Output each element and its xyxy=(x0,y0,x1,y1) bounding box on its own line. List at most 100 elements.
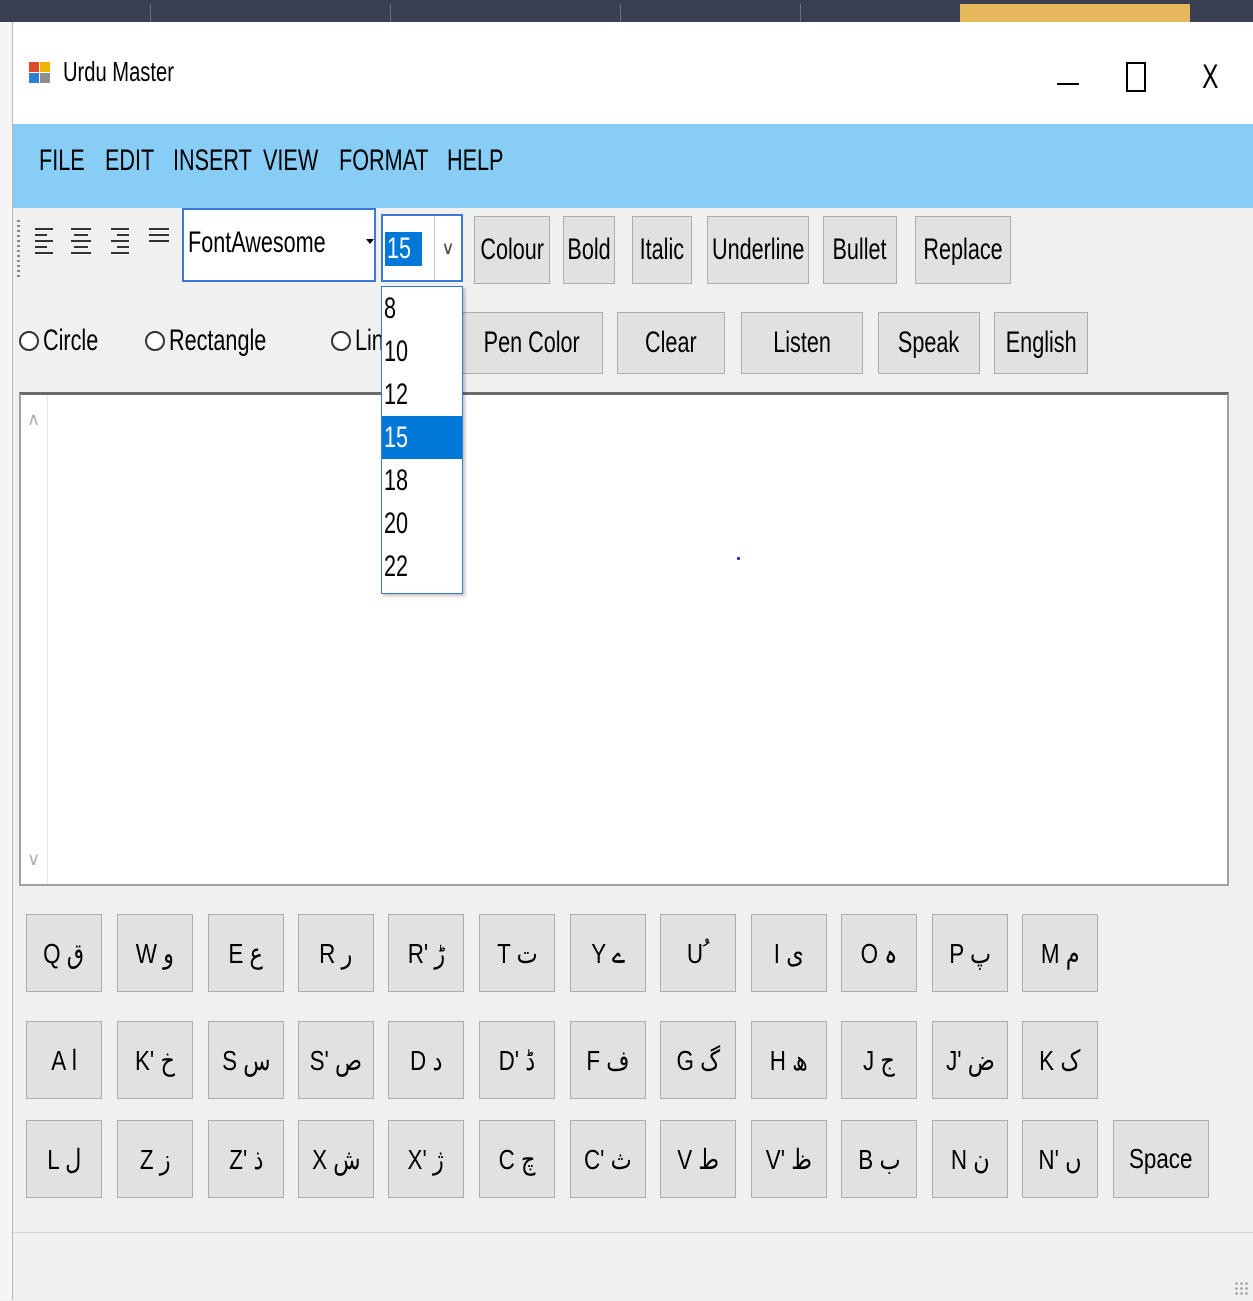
key-g[interactable]: G گ xyxy=(660,1021,736,1099)
key-w[interactable]: W و xyxy=(117,914,193,992)
key-n-prime[interactable]: N' ں xyxy=(1022,1120,1098,1198)
scroll-up-icon[interactable]: ∧ xyxy=(27,409,40,430)
pen-color-button[interactable]: Pen Color xyxy=(461,312,603,374)
colour-button[interactable]: Colour xyxy=(474,216,550,284)
font-size-option[interactable]: 20 xyxy=(382,502,462,545)
text-cursor xyxy=(737,557,740,560)
circle-radio[interactable]: Circle xyxy=(19,318,120,364)
key-c-prime[interactable]: C' ث xyxy=(570,1120,646,1198)
maximize-button[interactable] xyxy=(1111,52,1161,102)
key-s[interactable]: S س xyxy=(208,1021,284,1099)
menu-bar: FILE EDIT INSERT VIEW FORMAT HELP xyxy=(13,124,1253,208)
italic-button[interactable]: Italic xyxy=(632,216,692,284)
key-r[interactable]: R ر xyxy=(298,914,374,992)
key-r-prime[interactable]: R' ڑ xyxy=(388,914,464,992)
background-tab xyxy=(620,4,801,22)
key-j-prime[interactable]: J' ض xyxy=(932,1021,1008,1099)
close-button[interactable]: X xyxy=(1185,52,1235,102)
minimize-icon xyxy=(1057,83,1079,85)
menu-view[interactable]: VIEW xyxy=(263,144,340,178)
background-tab xyxy=(800,4,961,22)
font-size-dropdown-list: 8 10 12 15 18 20 22 xyxy=(381,286,463,594)
font-name-combobox[interactable]: FontAwesome xyxy=(182,208,376,282)
text-editor[interactable]: ∧ ∨ xyxy=(19,392,1229,886)
key-n[interactable]: N ن xyxy=(932,1120,1008,1198)
key-u[interactable]: U ُ xyxy=(660,914,736,992)
key-x-prime[interactable]: X' ژ xyxy=(388,1120,464,1198)
bold-button[interactable]: Bold xyxy=(563,216,615,284)
key-z[interactable]: Z ز xyxy=(117,1120,193,1198)
clear-button[interactable]: Clear xyxy=(617,312,725,374)
maximize-icon xyxy=(1126,62,1146,92)
window-title: Urdu Master xyxy=(63,56,174,87)
key-l[interactable]: L ل xyxy=(26,1120,102,1198)
font-size-option[interactable]: 8 xyxy=(382,287,462,330)
key-e[interactable]: E ع xyxy=(208,914,284,992)
menu-file[interactable]: FILE xyxy=(39,144,102,178)
key-o[interactable]: O ہ xyxy=(841,914,917,992)
key-k-prime[interactable]: K' خ xyxy=(117,1021,193,1099)
menu-format[interactable]: FORMAT xyxy=(339,144,463,178)
underline-button[interactable]: Underline xyxy=(707,216,809,284)
toolbar-grip[interactable] xyxy=(17,220,20,278)
key-c[interactable]: C چ xyxy=(479,1120,555,1198)
menu-edit[interactable]: EDIT xyxy=(105,144,173,178)
align-center-icon[interactable] xyxy=(71,228,93,258)
chevron-down-icon[interactable]: ∨ xyxy=(434,216,461,280)
key-p[interactable]: P پ xyxy=(932,914,1008,992)
resize-grip-icon[interactable] xyxy=(1234,1281,1248,1295)
background-tab xyxy=(390,4,621,22)
align-left-icon[interactable] xyxy=(35,228,57,258)
key-h[interactable]: H ھ xyxy=(751,1021,827,1099)
bullet-button[interactable]: Bullet xyxy=(823,216,897,284)
radio-circle-icon xyxy=(19,331,39,351)
key-i[interactable]: I ی xyxy=(751,914,827,992)
font-dropdown-arrow-icon[interactable] xyxy=(365,236,375,246)
space-key[interactable]: Space xyxy=(1113,1120,1209,1198)
vertical-scrollbar[interactable]: ∧ ∨ xyxy=(21,395,48,884)
font-size-combobox[interactable]: 15 ∨ xyxy=(381,214,463,282)
key-q[interactable]: Q ق xyxy=(26,914,102,992)
radio-circle-icon xyxy=(331,331,351,351)
font-size-option[interactable]: 18 xyxy=(382,459,462,502)
key-v[interactable]: V ط xyxy=(660,1120,736,1198)
minimize-button[interactable] xyxy=(1043,52,1093,102)
title-bar: Urdu Master X xyxy=(13,22,1253,124)
app-window: Urdu Master X FILE EDIT INSERT VIEW FORM… xyxy=(12,22,1253,1301)
font-name-value: FontAwesome xyxy=(188,226,326,259)
key-t[interactable]: T ت xyxy=(479,914,555,992)
replace-button[interactable]: Replace xyxy=(915,216,1011,284)
key-m[interactable]: M م xyxy=(1022,914,1098,992)
key-f[interactable]: F ف xyxy=(570,1021,646,1099)
key-d-prime[interactable]: D' ڈ xyxy=(479,1021,555,1099)
font-size-option[interactable]: 12 xyxy=(382,373,462,416)
key-v-prime[interactable]: V' ظ xyxy=(751,1120,827,1198)
key-k[interactable]: K ک xyxy=(1022,1021,1098,1099)
background-window-strip xyxy=(0,0,1253,22)
key-y[interactable]: Y ے xyxy=(570,914,646,992)
english-button[interactable]: English xyxy=(994,312,1088,374)
font-size-option[interactable]: 22 xyxy=(382,545,462,588)
font-size-option[interactable]: 10 xyxy=(382,330,462,373)
key-z-prime[interactable]: Z' ذ xyxy=(208,1120,284,1198)
radio-circle-icon xyxy=(145,331,165,351)
font-size-value: 15 xyxy=(385,232,423,266)
menu-help[interactable]: HELP xyxy=(447,144,525,178)
key-x[interactable]: X ش xyxy=(298,1120,374,1198)
align-right-icon[interactable] xyxy=(111,228,133,258)
key-j[interactable]: J ج xyxy=(841,1021,917,1099)
key-b[interactable]: B ب xyxy=(841,1120,917,1198)
speak-button[interactable]: Speak xyxy=(878,312,980,374)
scroll-down-icon[interactable]: ∨ xyxy=(27,849,40,870)
status-bar xyxy=(13,1232,1253,1301)
close-icon: X xyxy=(1201,57,1219,96)
align-justify-icon[interactable] xyxy=(149,228,171,258)
key-d[interactable]: D د xyxy=(388,1021,464,1099)
font-size-option-selected[interactable]: 15 xyxy=(382,416,462,459)
listen-button[interactable]: Listen xyxy=(741,312,863,374)
background-tab xyxy=(150,4,391,22)
background-tab-active xyxy=(960,4,1190,22)
key-s-prime[interactable]: S' ص xyxy=(298,1021,374,1099)
rectangle-radio[interactable]: Rectangle xyxy=(145,318,304,364)
key-a[interactable]: A ا xyxy=(26,1021,102,1099)
